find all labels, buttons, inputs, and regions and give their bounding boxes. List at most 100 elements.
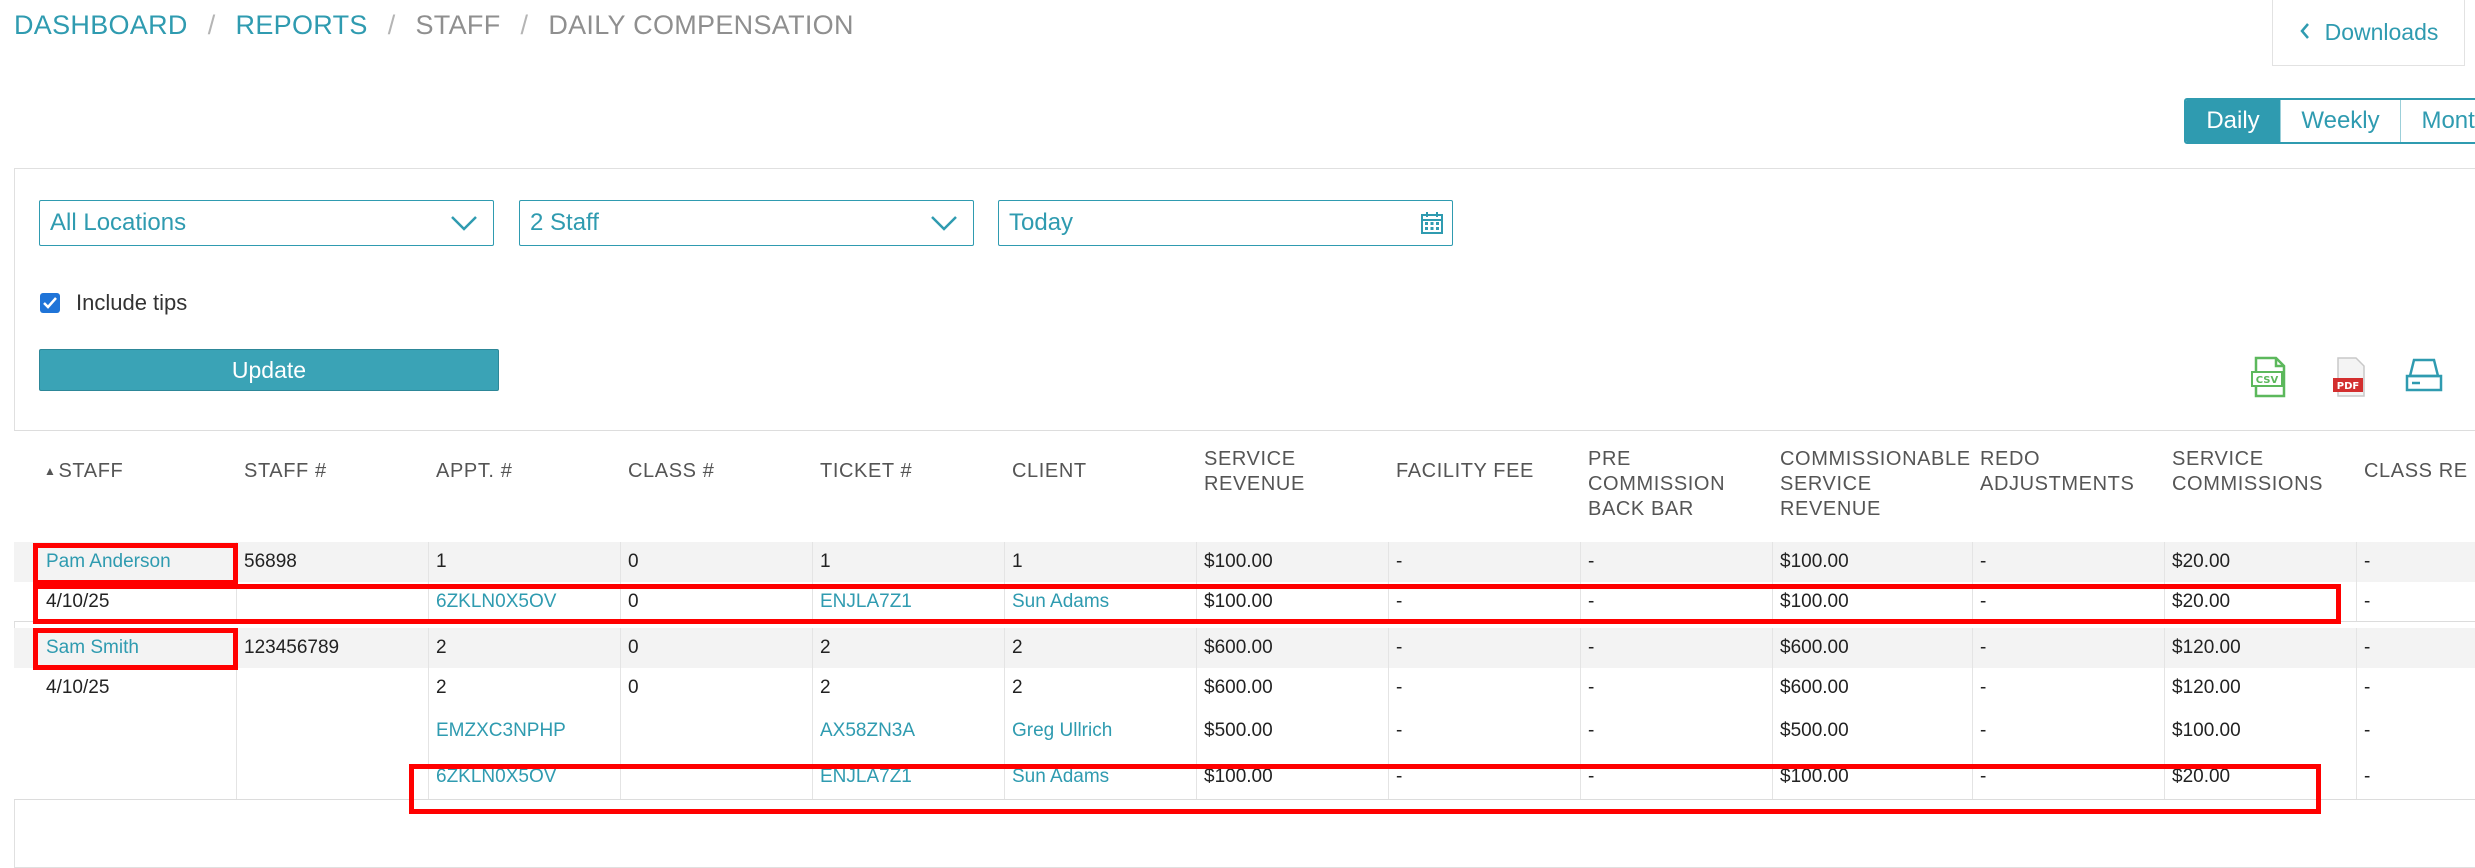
cell-staff-number: 56898 [244,551,297,572]
cell-ticket-number[interactable]: AX58ZN3A [820,720,915,742]
cell-service-revenue: $600.00 [1204,637,1273,658]
print-icon[interactable] [2404,356,2444,401]
cell-client: 1 [1012,551,1023,572]
breadcrumb: DASHBOARD / REPORTS / STAFF / DAILY COMP… [14,10,854,41]
column-header-service-commissions[interactable]: SERVICE COMMISSIONS [2172,447,2323,497]
cell-facility-fee: - [1396,677,1403,698]
include-tips-label: Include tips [76,290,188,315]
cell-client: 2 [1012,637,1023,658]
cell-service-commissions: $20.00 [2172,551,2231,572]
period-toggle: Daily Weekly Monthly [2184,98,2475,144]
cell-redo-adjustments: - [1980,637,1987,658]
cell-appt-number: 1 [436,551,447,572]
highlight-box [33,628,238,670]
cell-facility-fee: - [1396,720,1403,741]
cell-ticket-number: 1 [820,551,831,572]
cell-appt-number: 2 [436,637,447,658]
breadcrumb-separator: / [520,10,529,40]
breadcrumb-dashboard[interactable]: DASHBOARD [14,10,188,41]
update-button[interactable]: Update [39,349,499,391]
cell-class-revenue: - [2364,591,2371,612]
date-input[interactable]: Today [998,200,1453,246]
column-header-redo-adjustments[interactable]: REDO ADJUSTMENTS [1980,447,2134,497]
cell-ticket-number: 2 [820,637,831,658]
highlight-box [33,543,238,585]
column-header-staff[interactable]: ▲ STAFF [44,459,123,484]
cell-service-commissions: $120.00 [2172,677,2241,698]
column-header-commissionable-service-revenue[interactable]: COMMISSIONABLE SERVICE REVENUE [1780,447,1971,522]
cell-appt-number: 2 [436,677,447,698]
cell-pre-commission-back-bar: - [1588,720,1595,741]
svg-text:PDF: PDF [2337,381,2359,392]
cell-class-number: 0 [628,551,639,572]
column-header-pre-commission-back-bar[interactable]: PRE COMMISSION BACK BAR [1588,447,1725,522]
location-select[interactable]: All Locations [39,200,494,246]
cell-redo-adjustments: - [1980,720,1987,741]
chevron-left-icon [2299,19,2311,46]
column-header-label: STAFF [58,460,124,482]
cell-redo-adjustments: - [1980,551,1987,572]
cell-class-revenue: - [2364,637,2371,658]
column-header-class-revenue[interactable]: CLASS RE [2364,459,2468,484]
breadcrumb-reports[interactable]: REPORTS [236,10,368,41]
cell-pre-commission-back-bar: - [1588,637,1595,658]
pdf-file-icon[interactable]: PDF [2330,356,2370,403]
location-select-value: All Locations [50,209,187,236]
breadcrumb-daily-compensation: DAILY COMPENSATION [548,10,854,40]
column-divider [2356,542,2357,622]
cell-class-revenue: - [2364,551,2371,572]
cell-commissionable-service-revenue: $500.00 [1780,720,1849,741]
column-header-service-revenue[interactable]: SERVICE REVENUE [1204,447,1305,497]
cell-service-commissions: $100.00 [2172,720,2241,741]
period-daily[interactable]: Daily [2186,100,2280,142]
cell-class-number: 0 [628,637,639,658]
cell-class-revenue: - [2364,677,2371,698]
calendar-icon[interactable] [1420,211,1444,242]
cell-staff-number: 123456789 [244,637,340,658]
cell-class-revenue: - [2364,720,2371,741]
chevron-down-icon [449,209,479,244]
include-tips-checkbox[interactable] [40,293,60,313]
cell-commissionable-service-revenue: $600.00 [1780,637,1849,658]
period-weekly[interactable]: Weekly [2280,100,2400,142]
cell-staff: 4/10/25 [46,677,110,698]
cell-ticket-number: 2 [820,677,831,698]
include-tips-row: Include tips [40,290,187,316]
column-header-client[interactable]: CLIENT [1012,459,1087,484]
column-header-appt-number[interactable]: APPT. # [436,459,512,484]
highlight-box [33,584,2341,624]
cell-service-commissions: $120.00 [2172,637,2241,658]
breadcrumb-staff: STAFF [415,10,501,40]
chevron-down-icon [929,209,959,244]
staff-select-value: 2 Staff [530,209,599,236]
table-header: ▲ STAFF STAFF # APPT. # CLASS # TICKET # CLIEN… [14,430,2475,544]
staff-select[interactable]: 2 Staff [519,200,974,246]
svg-text:CSV: CSV [2256,375,2279,386]
cell-class-number: 0 [628,677,639,698]
period-monthly[interactable]: Monthly [2400,100,2475,142]
cell-appt-number[interactable]: EMZXC3NPHP [436,720,566,742]
cell-service-revenue: $500.00 [1204,720,1273,741]
cell-commissionable-service-revenue: $100.00 [1780,551,1849,572]
cell-commissionable-service-revenue: $600.00 [1780,677,1849,698]
highlight-box [409,764,2321,814]
cell-pre-commission-back-bar: - [1588,551,1595,572]
cell-facility-fee: - [1396,637,1403,658]
column-header-staff-number[interactable]: STAFF # [244,459,327,484]
column-header-facility-fee[interactable]: FACILITY FEE [1396,459,1534,484]
cell-client: 2 [1012,677,1023,698]
column-header-class-number[interactable]: CLASS # [628,459,714,484]
column-divider [2356,628,2357,800]
date-input-value: Today [1009,209,1074,236]
column-header-ticket-number[interactable]: TICKET # [820,459,912,484]
csv-file-icon[interactable]: CSV [2250,356,2290,403]
cell-facility-fee: - [1396,551,1403,572]
breadcrumb-separator: / [387,10,396,40]
cell-pre-commission-back-bar: - [1588,677,1595,698]
cell-redo-adjustments: - [1980,677,1987,698]
cell-class-revenue: - [2364,766,2371,787]
cell-service-revenue: $600.00 [1204,677,1273,698]
sort-ascending-icon: ▲ [44,464,57,478]
cell-client[interactable]: Greg Ullrich [1012,720,1112,742]
downloads-button[interactable]: Downloads [2272,0,2465,66]
